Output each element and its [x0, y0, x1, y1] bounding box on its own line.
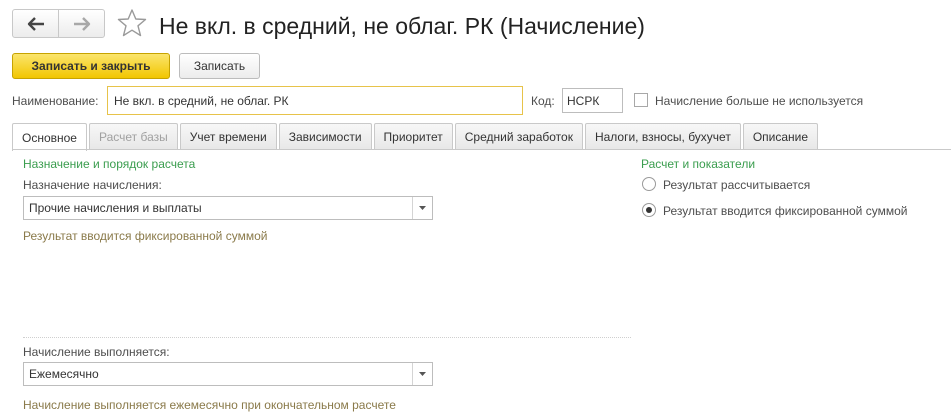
- name-input[interactable]: Не вкл. в средний, не облаг. РК: [107, 86, 523, 115]
- unused-checkbox-label[interactable]: Начисление больше не используется: [655, 94, 863, 108]
- section-title-calculation: Расчет и показатели: [641, 157, 756, 171]
- tab-divider: [12, 149, 951, 150]
- radio-result-calculated-label[interactable]: Результат рассчитывается: [663, 178, 810, 192]
- code-label: Код:: [531, 94, 555, 108]
- tab-base-calculation[interactable]: Расчет базы: [88, 123, 178, 150]
- assignment-select-value: Прочие начисления и выплаты: [29, 201, 202, 215]
- chevron-down-icon: [419, 206, 426, 210]
- unused-checkbox[interactable]: [634, 93, 648, 107]
- radio-selected-dot: [646, 207, 652, 213]
- forward-button[interactable]: [58, 10, 104, 37]
- tab-taxes[interactable]: Налоги, взносы, бухучет: [584, 123, 741, 150]
- assignment-hint: Результат вводится фиксированной суммой: [23, 229, 268, 243]
- section-title-assignment: Назначение и порядок расчета: [23, 157, 196, 171]
- radio-result-calculated[interactable]: [642, 177, 656, 191]
- execution-select[interactable]: Ежемесячно: [23, 362, 433, 386]
- favorite-button[interactable]: [117, 8, 147, 38]
- execution-dropdown-button[interactable]: [412, 363, 432, 385]
- page-title: Не вкл. в средний, не облаг. РК (Начисле…: [159, 13, 645, 39]
- tab-bar: Основное Расчет базы Учет времени Зависи…: [12, 123, 820, 151]
- tab-average-earnings[interactable]: Средний заработок: [454, 123, 583, 150]
- star-icon: [117, 9, 147, 37]
- code-input-value: НСРК: [567, 93, 600, 108]
- arrow-right-icon: [73, 16, 90, 31]
- section-divider: [23, 337, 631, 338]
- navigation-buttons: [12, 9, 105, 38]
- radio-result-fixed-label[interactable]: Результат вводится фиксированной суммой: [663, 204, 907, 218]
- radio-result-fixed[interactable]: [642, 203, 656, 217]
- arrow-left-icon: [27, 16, 44, 31]
- chevron-down-icon: [419, 372, 426, 376]
- save-and-close-button[interactable]: Записать и закрыть: [12, 53, 170, 79]
- tab-time-accounting[interactable]: Учет времени: [179, 123, 277, 150]
- tab-dependencies[interactable]: Зависимости: [278, 123, 372, 150]
- save-button[interactable]: Записать: [179, 53, 260, 79]
- tab-main[interactable]: Основное: [12, 123, 87, 151]
- code-input[interactable]: НСРК: [562, 88, 623, 113]
- execution-label: Начисление выполняется:: [23, 345, 170, 359]
- assignment-label: Назначение начисления:: [23, 178, 162, 192]
- assignment-dropdown-button[interactable]: [412, 197, 432, 219]
- name-label: Наименование:: [12, 94, 99, 108]
- tab-priority[interactable]: Приоритет: [373, 123, 453, 150]
- back-button[interactable]: [13, 10, 58, 37]
- execution-hint: Начисление выполняется ежемесячно при ок…: [23, 398, 396, 412]
- execution-select-value: Ежемесячно: [29, 367, 99, 381]
- tab-description[interactable]: Описание: [742, 123, 819, 150]
- assignment-select[interactable]: Прочие начисления и выплаты: [23, 196, 433, 220]
- name-input-value: Не вкл. в средний, не облаг. РК: [114, 93, 289, 108]
